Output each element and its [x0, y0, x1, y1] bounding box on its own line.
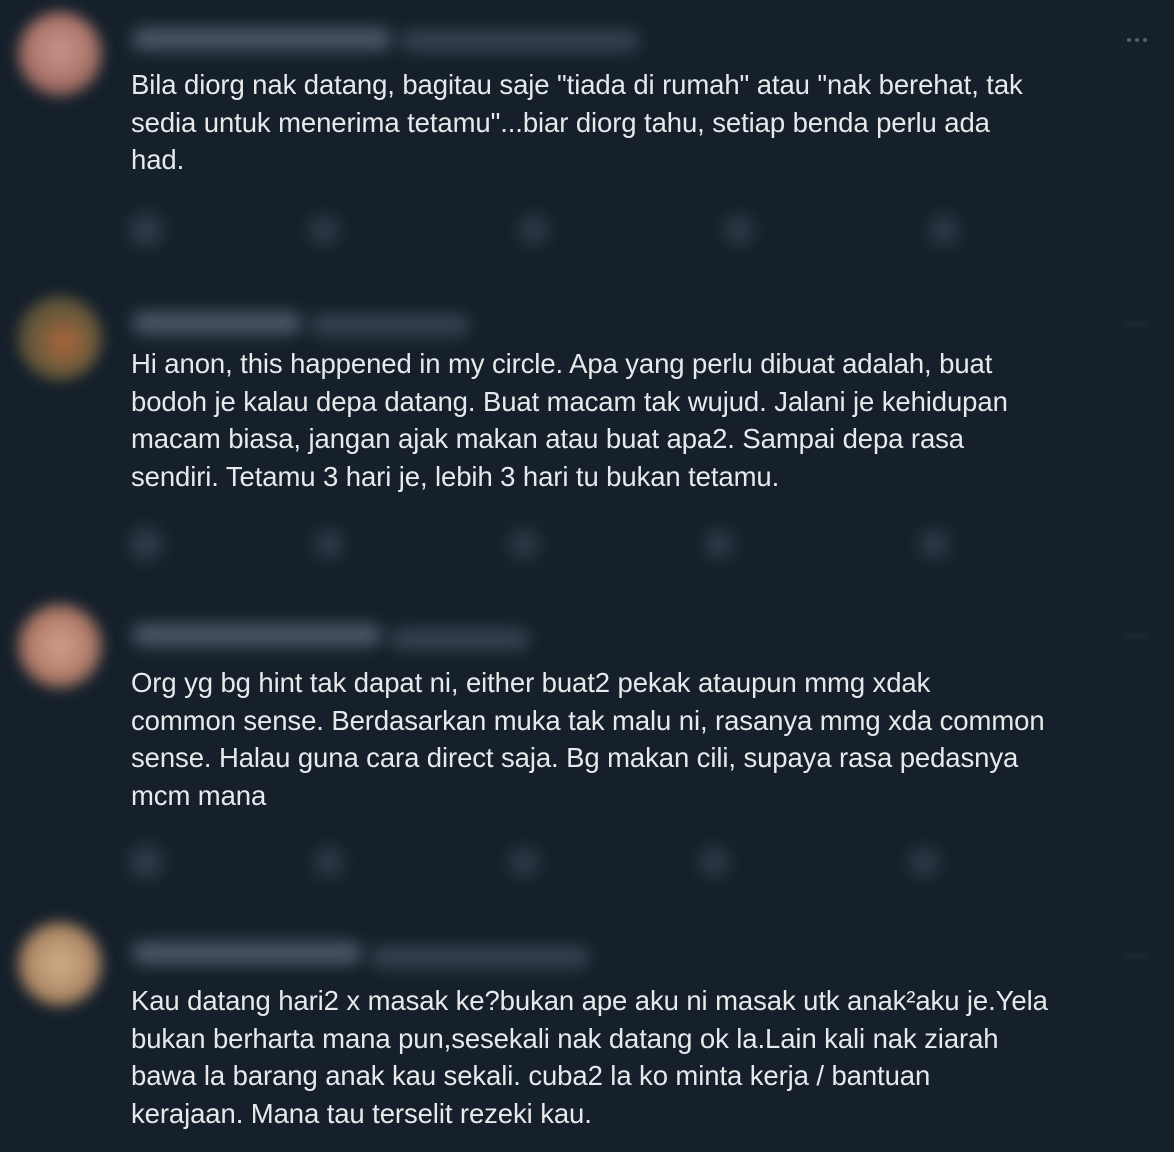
reply-icon[interactable]	[130, 846, 162, 878]
reply-text: Bila diorg nak datang, bagitau saje "tia…	[131, 69, 1023, 175]
author-name-blurred[interactable]	[132, 312, 302, 334]
retweet-icon[interactable]	[315, 530, 343, 558]
more-horizontal-icon[interactable]	[1120, 314, 1154, 334]
views-icon[interactable]	[700, 848, 728, 876]
like-icon[interactable]	[510, 530, 538, 558]
action-bar	[130, 214, 1030, 254]
views-icon[interactable]	[705, 530, 733, 558]
avatar[interactable]	[18, 12, 102, 96]
action-bar	[130, 528, 1030, 568]
author-handle-blurred[interactable]	[310, 314, 470, 336]
avatar[interactable]	[18, 922, 102, 1006]
more-horizontal-icon[interactable]	[1120, 30, 1154, 50]
reply-text: Org yg bg hint tak dapat ni, either buat…	[131, 667, 1045, 811]
retweet-icon[interactable]	[310, 216, 338, 244]
author-handle-blurred[interactable]	[390, 628, 530, 650]
like-icon[interactable]	[520, 216, 548, 244]
bookmark-icon[interactable]	[910, 848, 938, 876]
action-bar	[130, 846, 1030, 886]
reply-text: Hi anon, this happened in my circle. Apa…	[131, 348, 1008, 492]
bookmark-icon[interactable]	[930, 216, 958, 244]
views-icon[interactable]	[725, 216, 753, 244]
author-name-blurred[interactable]	[132, 942, 362, 964]
author-name-blurred[interactable]	[132, 28, 392, 50]
reply-icon[interactable]	[130, 528, 162, 560]
reply-icon[interactable]	[130, 214, 162, 246]
author-handle-blurred[interactable]	[400, 30, 640, 52]
avatar[interactable]	[18, 296, 102, 380]
like-icon[interactable]	[510, 848, 538, 876]
avatar[interactable]	[18, 604, 102, 688]
more-horizontal-icon[interactable]	[1120, 946, 1154, 966]
author-name-blurred[interactable]	[132, 624, 382, 646]
author-handle-blurred[interactable]	[370, 946, 590, 968]
bookmark-icon[interactable]	[920, 530, 948, 558]
retweet-icon[interactable]	[315, 848, 343, 876]
reply-text: Kau datang hari2 x masak ke?bukan ape ak…	[131, 985, 1048, 1129]
more-horizontal-icon[interactable]	[1120, 626, 1154, 646]
